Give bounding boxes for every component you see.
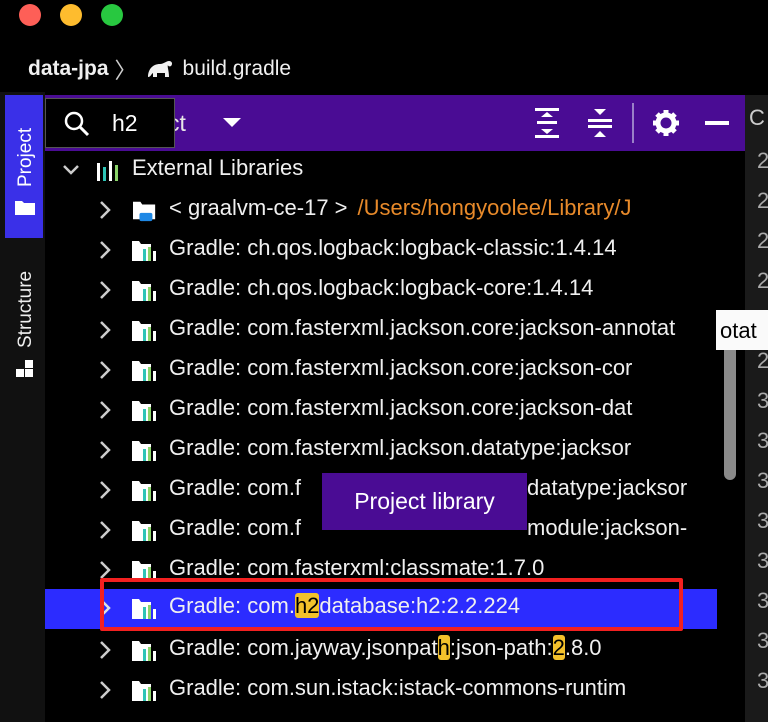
window-close-button[interactable] (19, 4, 41, 26)
breadcrumb: data-jpa 〉 build.gradle (28, 55, 291, 83)
tree-item-label: Gradle: com.jayway.jsonpath:json-path:2.… (169, 635, 602, 660)
line-number: 2 (757, 348, 768, 373)
chevron-right-icon[interactable] (95, 279, 115, 301)
toolbar-divider (632, 103, 634, 143)
gear-icon[interactable] (652, 109, 680, 137)
tree-item-library[interactable]: Gradle: com.fasterxml.jackson.core:jacks… (45, 391, 717, 431)
tree-item-label: Gradle: com.fasterxml.jackson.core:jacks… (169, 355, 633, 380)
tree-item-jdk[interactable]: < graalvm-ce-17 >/Users/hongyoolee/Libra… (45, 191, 717, 231)
structure-tab-label: Structure (15, 270, 36, 348)
jdk-folder-icon (133, 201, 156, 222)
search-icon (64, 111, 90, 137)
tree-item-label: Gradle: com.f (169, 475, 302, 500)
chevron-right-icon[interactable] (95, 359, 115, 381)
line-number: 3 (757, 468, 768, 493)
chevron-down-icon[interactable] (61, 159, 81, 181)
library-icon (132, 321, 156, 341)
project-tree: External Libraries < graalvm-ce-17 >/Use… (45, 151, 717, 722)
window-maximize-button[interactable] (101, 4, 123, 26)
line-number: 3 (757, 588, 768, 613)
tree-item-label-tail: module:jackson- (527, 515, 688, 540)
tree-item-label: Gradle: com.fasterxml.jackson.datatype:j… (169, 435, 632, 460)
tree-item-library[interactable]: Gradle: com.fasterxml.jackson.core:jacks… (45, 311, 717, 351)
library-icon (132, 441, 156, 461)
tree-item-library[interactable]: Gradle: com.fasterxml.jackson.datatype:j… (45, 431, 717, 471)
tree-item-library[interactable]: Gradle: ch.qos.logback:logback-classic:1… (45, 231, 717, 271)
chevron-right-icon[interactable] (95, 479, 115, 501)
chevron-right-icon[interactable] (95, 319, 115, 341)
window-minimize-button[interactable] (60, 4, 82, 26)
tree-item-library[interactable]: Gradle: com.fasterxml.jackson.core:jacks… (45, 351, 717, 391)
line-number: 3 (757, 548, 768, 573)
speed-search-box[interactable] (45, 98, 175, 148)
highlight-callout-box (100, 578, 683, 631)
library-icon (132, 241, 156, 261)
line-number: 3 (757, 668, 768, 693)
tree-item-label-tail: datatype:jacksor (527, 475, 688, 500)
line-number: 3 (757, 628, 768, 653)
folder-icon (15, 201, 35, 215)
chevron-right-icon[interactable] (95, 199, 115, 221)
line-number: 2 (757, 268, 768, 293)
view-dropdown-chevron-icon[interactable] (221, 116, 243, 130)
library-icon (132, 361, 156, 381)
tree-item-label: Gradle: com.fasterxml.jackson.core:jacks… (169, 395, 633, 420)
chevron-right-icon[interactable] (95, 399, 115, 421)
line-number: 2 (757, 188, 768, 213)
line-number: 3 (757, 428, 768, 453)
tree-item-label: External Libraries (132, 155, 304, 180)
search-match-highlight: 2 (552, 635, 565, 660)
library-icon (132, 641, 156, 661)
chevron-right-icon[interactable] (95, 639, 115, 661)
library-bars-icon (97, 161, 118, 181)
library-icon (132, 281, 156, 301)
tree-item-library[interactable]: Gradle: ch.qos.logback:logback-core:1.4.… (45, 271, 717, 311)
line-number: 2 (757, 228, 768, 253)
library-icon (132, 681, 156, 701)
chevron-right-icon[interactable] (95, 679, 115, 701)
library-icon (132, 481, 156, 501)
chevron-right-icon[interactable] (95, 239, 115, 261)
gradle-elephant-icon (147, 61, 172, 77)
expand-all-icon[interactable] (533, 107, 561, 139)
chevron-right-icon[interactable] (95, 519, 115, 541)
line-number: 3 (757, 508, 768, 533)
tree-item-label: Gradle: com.sun.istack:istack-commons-ru… (169, 675, 627, 700)
chevron-right-icon: 〉 (114, 58, 137, 83)
expanded-item-tooltip: otat (716, 310, 768, 350)
project-tab-label: Project (15, 127, 36, 187)
structure-tool-window-tab[interactable]: Structure (5, 245, 43, 385)
tree-root-external-libraries[interactable]: External Libraries (45, 151, 717, 191)
tree-item-label: Gradle: com.fasterxml.jackson.core:jacks… (169, 315, 676, 340)
tree-scrollbar[interactable] (724, 340, 736, 480)
project-library-tooltip: Project library (322, 473, 527, 530)
library-icon (132, 521, 156, 541)
project-tool-window-tab[interactable]: Project (5, 95, 43, 238)
structure-icon (16, 360, 33, 377)
tree-item-library[interactable]: Gradle: com.sun.istack:istack-commons-ru… (45, 671, 717, 711)
collapse-all-icon[interactable] (586, 107, 614, 139)
library-icon (132, 401, 156, 421)
breadcrumb-project[interactable]: data-jpa (28, 57, 109, 81)
tree-item-label: Gradle: ch.qos.logback:logback-classic:1… (169, 235, 617, 260)
line-number: 3 (757, 388, 768, 413)
tree-item-library[interactable]: Gradle: com.jayway.jsonpath:json-path:2.… (45, 631, 717, 671)
tree-item-label: < graalvm-ce-17 >/Users/hongyoolee/Libra… (169, 195, 632, 220)
line-number: 2 (757, 148, 768, 173)
search-match-highlight: h (437, 635, 450, 660)
search-input[interactable]: h2 (112, 110, 138, 137)
tree-item-label: Gradle: com.f (169, 515, 302, 540)
breadcrumb-file[interactable]: build.gradle (183, 57, 292, 81)
editor-tab-edge: C (749, 105, 765, 130)
chevron-right-icon[interactable] (95, 439, 115, 461)
tree-item-label: Gradle: ch.qos.logback:logback-core:1.4.… (169, 275, 594, 300)
minimize-panel-icon[interactable] (705, 121, 729, 125)
